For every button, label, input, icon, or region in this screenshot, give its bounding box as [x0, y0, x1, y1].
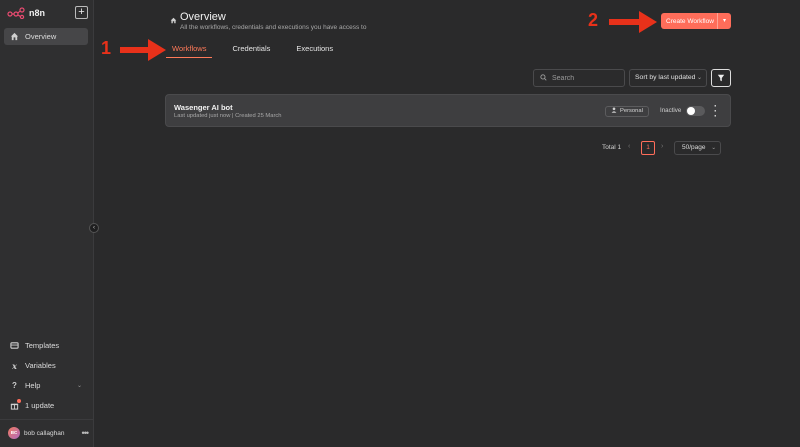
per-page-select[interactable]: 50/page ⌄	[674, 141, 721, 155]
per-page-label: 50/page	[682, 144, 706, 151]
create-workflow-button[interactable]: Create Workflow ▾	[661, 13, 731, 29]
chevron-down-icon: ⌄	[711, 145, 716, 151]
more-vertical-icon[interactable]: · · ·	[714, 102, 717, 121]
workflow-meta: Last updated just now | Created 25 March	[174, 113, 282, 119]
sidebar-item-label: 1 update	[25, 401, 55, 410]
chevron-right-icon[interactable]: ›	[661, 143, 663, 150]
total-count: Total 1	[602, 144, 622, 151]
annotation-arrow-1	[120, 39, 166, 61]
n8n-logo-icon	[7, 7, 25, 19]
add-button[interactable]: +	[75, 6, 88, 19]
owner-badge: Personal	[605, 106, 649, 117]
chevron-left-icon[interactable]: ‹	[628, 143, 630, 150]
chevron-down-icon[interactable]: ▾	[717, 13, 731, 29]
sort-select[interactable]: Sort by last updated ⌄	[629, 69, 707, 87]
tab-bar: Workflows Credentials Executions	[166, 44, 353, 58]
sidebar-item-label: Help	[25, 381, 41, 390]
page-title: Overview	[180, 11, 226, 23]
more-options-icon[interactable]: •••	[82, 428, 90, 438]
home-icon	[170, 17, 177, 26]
notification-dot-icon	[17, 399, 21, 403]
search-icon	[540, 73, 547, 83]
user-name: bob callaghan	[24, 429, 65, 437]
annotation-number-2: 2	[588, 10, 599, 30]
sort-label: Sort by last updated	[635, 74, 696, 81]
create-workflow-label: Create Workflow	[666, 17, 714, 25]
avatar: BC	[8, 427, 20, 439]
tab-credentials[interactable]: Credentials	[226, 44, 276, 58]
workflow-card[interactable]: Wasenger AI bot Last updated just now | …	[165, 94, 731, 127]
sidebar-item-templates[interactable]: Templates	[4, 337, 88, 354]
active-toggle[interactable]	[686, 106, 705, 116]
badge-label: Personal	[620, 108, 643, 114]
annotation-arrow-2	[609, 11, 657, 33]
status-label: Inactive	[660, 107, 682, 114]
home-icon	[10, 32, 19, 41]
sidebar-item-update[interactable]: 1 update	[4, 397, 88, 414]
sidebar-item-overview[interactable]: Overview	[4, 28, 88, 45]
chevron-left-icon: ‹	[93, 225, 95, 231]
tab-executions[interactable]: Executions	[290, 44, 339, 58]
sidebar-item-label: Variables	[25, 361, 56, 370]
annotation-number-1: 1	[101, 38, 112, 58]
search-box[interactable]	[533, 69, 625, 87]
filter-button[interactable]	[711, 69, 731, 87]
templates-icon	[10, 341, 19, 350]
sidebar-item-variables[interactable]: x Variables	[4, 357, 88, 374]
sidebar-item-label: Templates	[25, 341, 60, 350]
app-name: n8n	[29, 8, 46, 18]
sidebar-divider	[0, 419, 94, 420]
logo[interactable]: n8n	[7, 6, 45, 20]
tab-workflows[interactable]: Workflows	[166, 44, 213, 58]
collapse-sidebar-button[interactable]: ‹	[89, 223, 99, 233]
toggle-knob	[687, 107, 695, 115]
gift-icon	[10, 399, 21, 410]
user-icon	[611, 106, 617, 117]
chevron-down-icon: ⌄	[76, 383, 82, 389]
page-number[interactable]: 1	[641, 141, 655, 155]
filter-icon	[717, 74, 725, 82]
search-input[interactable]	[552, 74, 622, 82]
sidebar-item-help[interactable]: ? Help ⌄	[4, 377, 88, 394]
sidebar: n8n + Overview Templates x Variables ? H…	[0, 0, 94, 447]
workflow-title[interactable]: Wasenger AI bot	[174, 103, 233, 112]
chevron-down-icon: ⌄	[696, 75, 702, 81]
user-menu[interactable]: BC bob callaghan •••	[8, 426, 90, 440]
sidebar-item-label: Overview	[25, 32, 57, 41]
help-icon: ?	[12, 381, 17, 390]
variables-icon: x	[12, 360, 17, 371]
page-subtitle: All the workflows, credentials and execu…	[180, 24, 367, 31]
